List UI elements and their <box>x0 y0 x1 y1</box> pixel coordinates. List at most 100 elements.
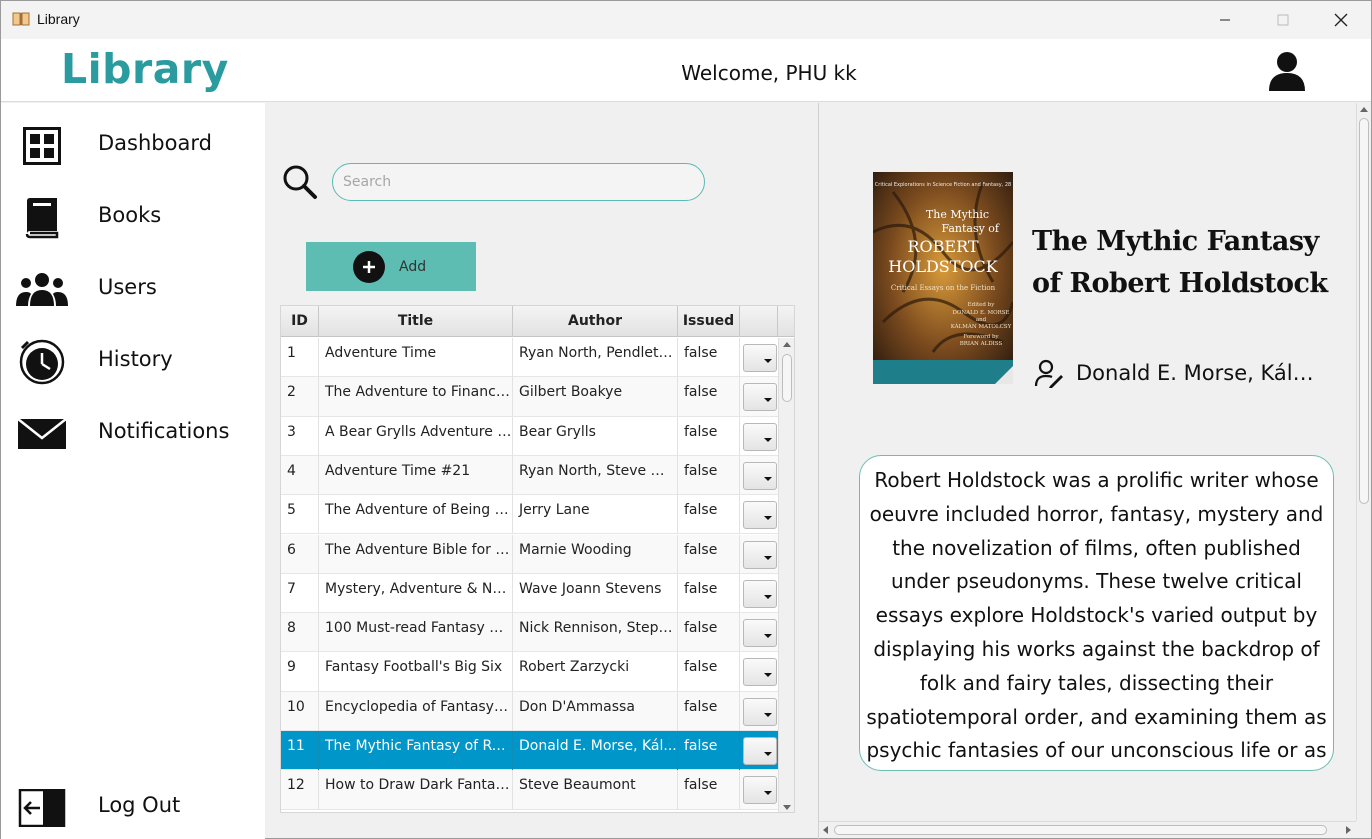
table-row[interactable]: 8 100 Must-read Fantasy N... Nick Rennison… <box>281 613 778 653</box>
cell-author: Wave Joann Stevens <box>513 573 678 613</box>
cover-edited-by: Edited by <box>968 302 996 308</box>
table-row-selected[interactable]: 11 The Mythic Fantasy of Ro... Donald E. M… <box>281 731 778 771</box>
scroll-right-icon[interactable] <box>1346 826 1351 834</box>
cell-id: 1 <box>281 338 319 377</box>
table-row[interactable]: 9 Fantasy Football's Big Six Robert Zarzyc… <box>281 652 778 692</box>
sidebar-item-notifications[interactable]: Notifications <box>1 403 265 463</box>
table-row[interactable]: 12 How to Draw Dark Fantas... Steve Beaumo… <box>281 770 778 810</box>
sidebar: Dashboard Books Users History Notificati… <box>1 103 265 839</box>
sidebar-item-books[interactable]: Books <box>1 187 265 247</box>
row-action-dropdown[interactable] <box>743 658 777 687</box>
chevron-down-icon <box>764 712 772 717</box>
row-action-dropdown[interactable] <box>743 697 777 726</box>
table-row[interactable]: 5 The Adventure of Being H... Jerry Lane fa… <box>281 495 778 535</box>
cover-subtitle: Critical Essays on the Fiction <box>891 284 996 292</box>
cell-title: How to Draw Dark Fantas... <box>319 770 513 810</box>
column-header-action <box>740 306 778 337</box>
add-book-button[interactable]: Add <box>306 242 476 291</box>
sidebar-item-label: History <box>98 347 173 371</box>
cell-issued: false <box>678 377 740 417</box>
sidebar-item-label: Dashboard <box>98 131 212 155</box>
cell-id: 9 <box>281 652 319 692</box>
cell-title: Adventure Time <box>319 338 513 377</box>
table-row[interactable]: 7 Mystery, Adventure & No... Wave Joann St… <box>281 573 778 614</box>
maximize-button[interactable] <box>1254 1 1312 39</box>
row-action-dropdown[interactable] <box>743 344 777 372</box>
cell-author: Nick Rennison, Steph... <box>513 613 678 653</box>
cell-author: Ryan North, Pendleto... <box>513 338 678 377</box>
search-input[interactable] <box>332 163 705 201</box>
cell-id: 11 <box>281 731 319 770</box>
scroll-up-icon[interactable] <box>1360 107 1368 112</box>
welcome-text: Welcome, PHU kk <box>681 61 857 85</box>
row-action-dropdown[interactable] <box>743 383 777 412</box>
cover-line3: ROBERT <box>907 237 978 256</box>
cover-line1: The Mythic <box>926 208 989 221</box>
logout-label: Log Out <box>98 793 181 817</box>
history-icon <box>15 339 69 385</box>
row-action-dropdown[interactable] <box>743 422 777 451</box>
cell-issued: false <box>678 338 740 377</box>
table-body: 1 Adventure Time Ryan North, Pendleto... fa… <box>281 338 778 812</box>
row-action-dropdown[interactable] <box>743 540 777 569</box>
scroll-down-icon[interactable] <box>783 805 791 810</box>
dashboard-icon <box>15 123 69 169</box>
detail-vertical-scrollbar[interactable] <box>1356 103 1371 821</box>
sidebar-item-users[interactable]: Users <box>1 259 265 319</box>
table-row[interactable]: 6 The Adventure Bible for N... Marnie Wood… <box>281 534 778 574</box>
detail-horizontal-scrollbar[interactable] <box>819 821 1356 838</box>
table-row[interactable]: 1 Adventure Time Ryan North, Pendleto... fa… <box>281 338 778 378</box>
sidebar-item-history[interactable]: History <box>1 331 265 391</box>
cell-title: Adventure Time #21 <box>319 455 513 495</box>
table-row[interactable]: 2 The Adventure to Financia... Gilbert Boa… <box>281 377 778 417</box>
sidebar-item-label: Books <box>98 203 162 227</box>
chevron-down-icon <box>764 634 772 639</box>
chevron-down-icon <box>764 673 772 678</box>
cell-issued: false <box>678 731 740 770</box>
cell-issued: false <box>678 691 740 731</box>
minimize-icon <box>1220 19 1230 21</box>
column-header-author[interactable]: Author <box>513 306 678 337</box>
sidebar-item-label: Users <box>98 275 157 299</box>
scroll-thumb[interactable] <box>782 354 792 402</box>
scroll-thumb[interactable] <box>834 825 1327 835</box>
cell-id: 3 <box>281 416 319 456</box>
cell-id: 10 <box>281 691 319 731</box>
sidebar-item-dashboard[interactable]: Dashboard <box>1 115 265 175</box>
book-description-box: Robert Holdstock was a prolific writer w… <box>859 455 1334 771</box>
table-row[interactable]: 3A Bear Grylls Adventure 4:... Bear Gryll… <box>281 416 778 456</box>
column-header-id[interactable]: ID <box>281 306 319 337</box>
table-scrollbar[interactable] <box>778 338 794 812</box>
add-button-label: Add <box>399 258 427 275</box>
minimize-button[interactable] <box>1196 1 1254 39</box>
cell-id: 7 <box>281 573 319 613</box>
table-row[interactable]: 10 Encyclopedia of Fantasy a... Don D'Amma… <box>281 691 778 731</box>
logout-button[interactable]: Log Out <box>1 777 265 837</box>
cell-issued: false <box>678 613 740 653</box>
chevron-down-icon <box>764 594 772 599</box>
scroll-up-icon[interactable] <box>783 342 791 347</box>
cell-title: Fantasy Football's Big Six <box>319 652 513 692</box>
cell-title: A Bear Grylls Adventure 4:... <box>319 416 513 456</box>
table-row[interactable]: 4 Adventure Time #21 Ryan North, Steve Wa.… <box>281 455 778 496</box>
column-header-title[interactable]: Title <box>319 306 513 337</box>
row-action-dropdown[interactable] <box>743 461 777 490</box>
row-action-dropdown[interactable] <box>743 579 777 608</box>
row-action-dropdown[interactable] <box>743 776 777 805</box>
library-app-icon <box>12 12 30 26</box>
cell-author: Gilbert Boakye <box>513 377 678 417</box>
scroll-left-icon[interactable] <box>823 826 828 834</box>
column-header-issued[interactable]: Issued <box>678 306 740 337</box>
scroll-thumb[interactable] <box>1359 118 1369 504</box>
cell-title: Mystery, Adventure & No... <box>319 573 513 613</box>
chevron-down-icon <box>764 476 772 481</box>
mail-icon <box>15 411 69 457</box>
close-button[interactable] <box>1312 1 1370 39</box>
row-action-dropdown[interactable] <box>743 501 777 530</box>
table-header: ID Title Author Issued <box>281 306 794 337</box>
app-header: Library Welcome, PHU kk <box>1 39 1371 102</box>
row-action-dropdown[interactable] <box>743 619 777 648</box>
search-icon[interactable] <box>281 163 319 201</box>
row-action-dropdown[interactable] <box>743 737 777 765</box>
user-avatar-icon[interactable] <box>1265 49 1309 93</box>
